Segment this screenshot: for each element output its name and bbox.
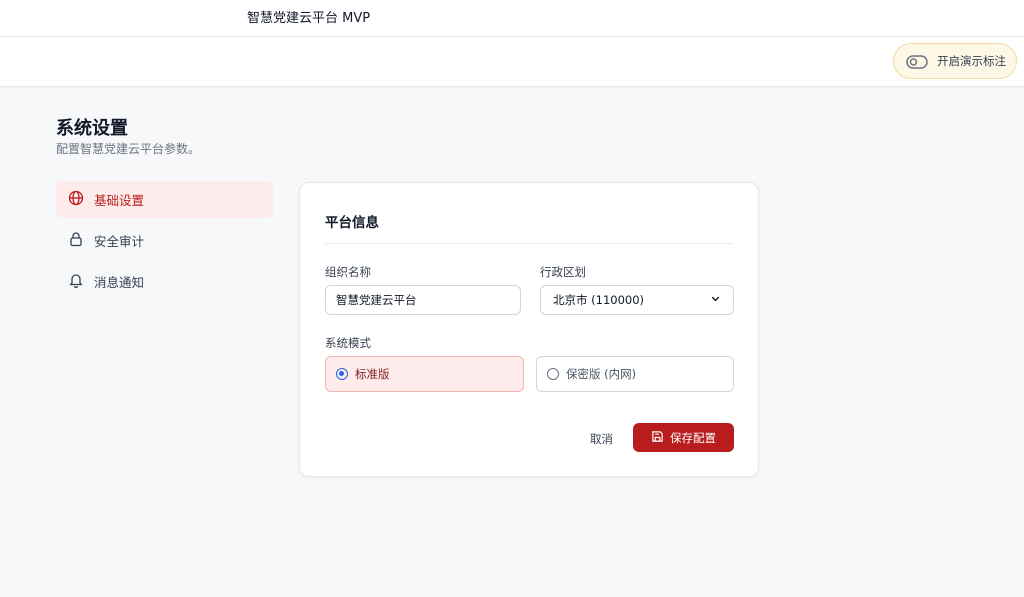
org-name-label: 组织名称 [325,265,371,279]
cancel-button[interactable]: 取消 [590,431,613,447]
globe-icon [68,190,84,209]
toggle-icon [906,54,928,69]
chevron-down-icon [710,293,721,307]
section-title: 平台信息 [325,215,379,231]
sidebar-item-security[interactable]: 安全审计 [56,222,273,259]
sidebar-item-basic[interactable]: 基础设置 [56,181,273,218]
mode-option-label: 标准版 [355,367,390,381]
top-header: 智慧党建云平台 MVP [0,0,1024,37]
toolbar: 开启演示标注 [0,37,1024,87]
mode-label: 系统模式 [325,336,371,350]
page-title: 系统设置 [56,118,128,139]
settings-sidebar: 基础设置 安全审计 消息通知 [56,181,273,304]
demo-toggle-label: 开启演示标注 [937,54,1006,68]
radio-selected-icon [336,368,348,380]
sidebar-item-notifications[interactable]: 消息通知 [56,263,273,300]
sidebar-item-label: 基础设置 [94,193,145,208]
region-select-value: 北京市 (110000) [553,293,645,307]
app-title: 智慧党建云平台 MVP [247,11,371,26]
save-icon [651,430,664,446]
demo-annotation-toggle[interactable]: 开启演示标注 [893,43,1017,79]
radio-unselected-icon [547,368,559,380]
sidebar-item-label: 安全审计 [94,234,145,249]
mode-option-label: 保密版 (内网) [566,367,637,381]
mode-option-standard[interactable]: 标准版 [325,356,524,392]
save-config-button[interactable]: 保存配置 [633,423,734,452]
lock-icon [68,231,84,250]
region-label: 行政区划 [540,265,586,279]
platform-info-card: 平台信息 组织名称 行政区划 北京市 (110000) 系统模式 标准版 保密版… [299,182,759,477]
mode-option-classified[interactable]: 保密版 (内网) [536,356,734,392]
save-button-label: 保存配置 [670,430,716,445]
bell-icon [68,272,84,291]
divider [325,243,733,244]
sidebar-item-label: 消息通知 [94,275,145,290]
page-subtitle: 配置智慧党建云平台参数。 [56,142,201,156]
region-select[interactable]: 北京市 (110000) [540,285,734,315]
org-name-input[interactable] [325,285,521,315]
